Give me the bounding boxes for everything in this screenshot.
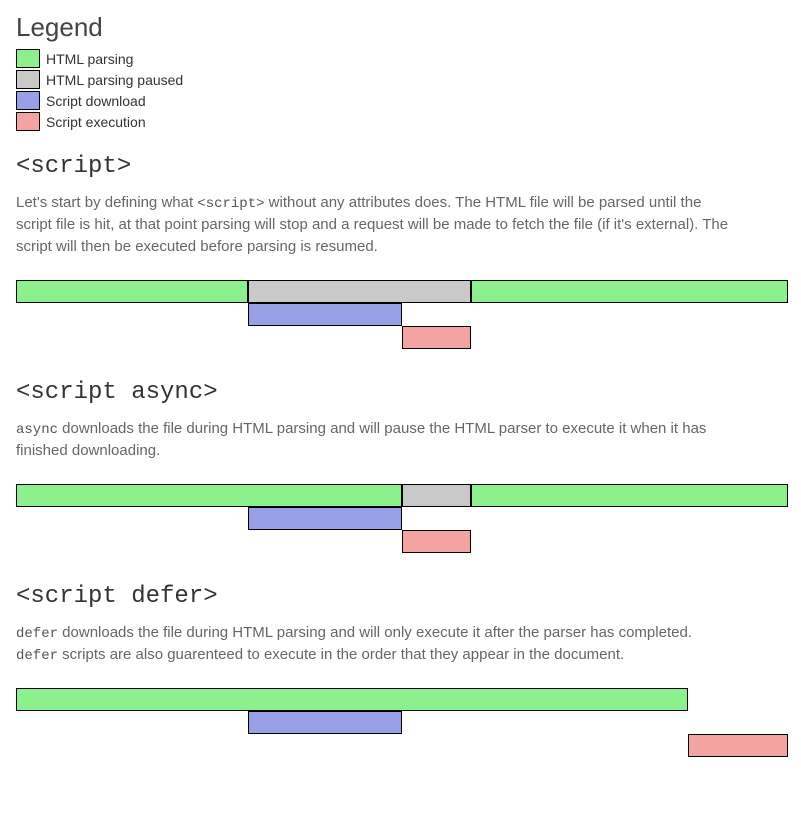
segment-download	[248, 711, 402, 734]
segment-parsing	[16, 280, 248, 303]
timeline-row	[16, 507, 788, 530]
timeline-row	[16, 326, 788, 349]
legend-label: Script download	[46, 93, 146, 109]
section-heading: <script async>	[16, 379, 785, 406]
section-description: defer downloads the file during HTML par…	[16, 622, 736, 667]
desc-code: defer	[16, 648, 58, 664]
legend-item: Script execution	[16, 112, 785, 131]
segment-download	[248, 507, 402, 530]
section-plain: <script> Let's start by defining what <s…	[16, 153, 785, 349]
timeline-row	[16, 711, 788, 734]
desc-text: Let's start by defining what	[16, 194, 197, 211]
segment-execution	[402, 530, 471, 553]
swatch-paused-icon	[16, 70, 40, 89]
desc-text: scripts are also guarenteed to execute i…	[58, 646, 624, 663]
section-heading: <script>	[16, 153, 785, 180]
legend-label: HTML parsing paused	[46, 72, 183, 88]
legend-title: Legend	[16, 12, 785, 43]
timeline-defer	[16, 688, 788, 757]
section-defer: <script defer> defer downloads the file …	[16, 583, 785, 758]
section-description: async downloads the file during HTML par…	[16, 418, 736, 462]
desc-code: async	[16, 422, 58, 438]
segment-execution	[688, 734, 788, 757]
timeline-row	[16, 734, 788, 757]
swatch-download-icon	[16, 91, 40, 110]
segment-parsing	[471, 280, 788, 303]
segment-paused	[248, 280, 472, 303]
segment-download	[248, 303, 402, 326]
segment-execution	[402, 326, 471, 349]
timeline-async	[16, 484, 788, 553]
timeline-plain	[16, 280, 788, 349]
section-async: <script async> async downloads the file …	[16, 379, 785, 553]
section-heading: <script defer>	[16, 583, 785, 610]
timeline-row	[16, 303, 788, 326]
desc-code: defer	[16, 626, 58, 642]
desc-code: <script>	[197, 196, 264, 212]
legend-item: HTML parsing	[16, 49, 785, 68]
timeline-row	[16, 688, 788, 711]
segment-parsing	[16, 688, 688, 711]
timeline-row	[16, 280, 788, 303]
legend-label: HTML parsing	[46, 51, 133, 67]
swatch-parsing-icon	[16, 49, 40, 68]
legend-items: HTML parsing HTML parsing paused Script …	[16, 49, 785, 131]
desc-text: downloads the file during HTML parsing a…	[16, 420, 706, 459]
desc-text: downloads the file during HTML parsing a…	[58, 624, 692, 641]
legend-item: Script download	[16, 91, 785, 110]
timeline-row	[16, 484, 788, 507]
timeline-row	[16, 530, 788, 553]
swatch-execution-icon	[16, 112, 40, 131]
section-description: Let's start by defining what <script> wi…	[16, 192, 736, 258]
legend-item: HTML parsing paused	[16, 70, 785, 89]
segment-paused	[402, 484, 471, 507]
legend: Legend HTML parsing HTML parsing paused …	[16, 12, 785, 131]
legend-label: Script execution	[46, 114, 146, 130]
segment-parsing	[471, 484, 788, 507]
segment-parsing	[16, 484, 402, 507]
